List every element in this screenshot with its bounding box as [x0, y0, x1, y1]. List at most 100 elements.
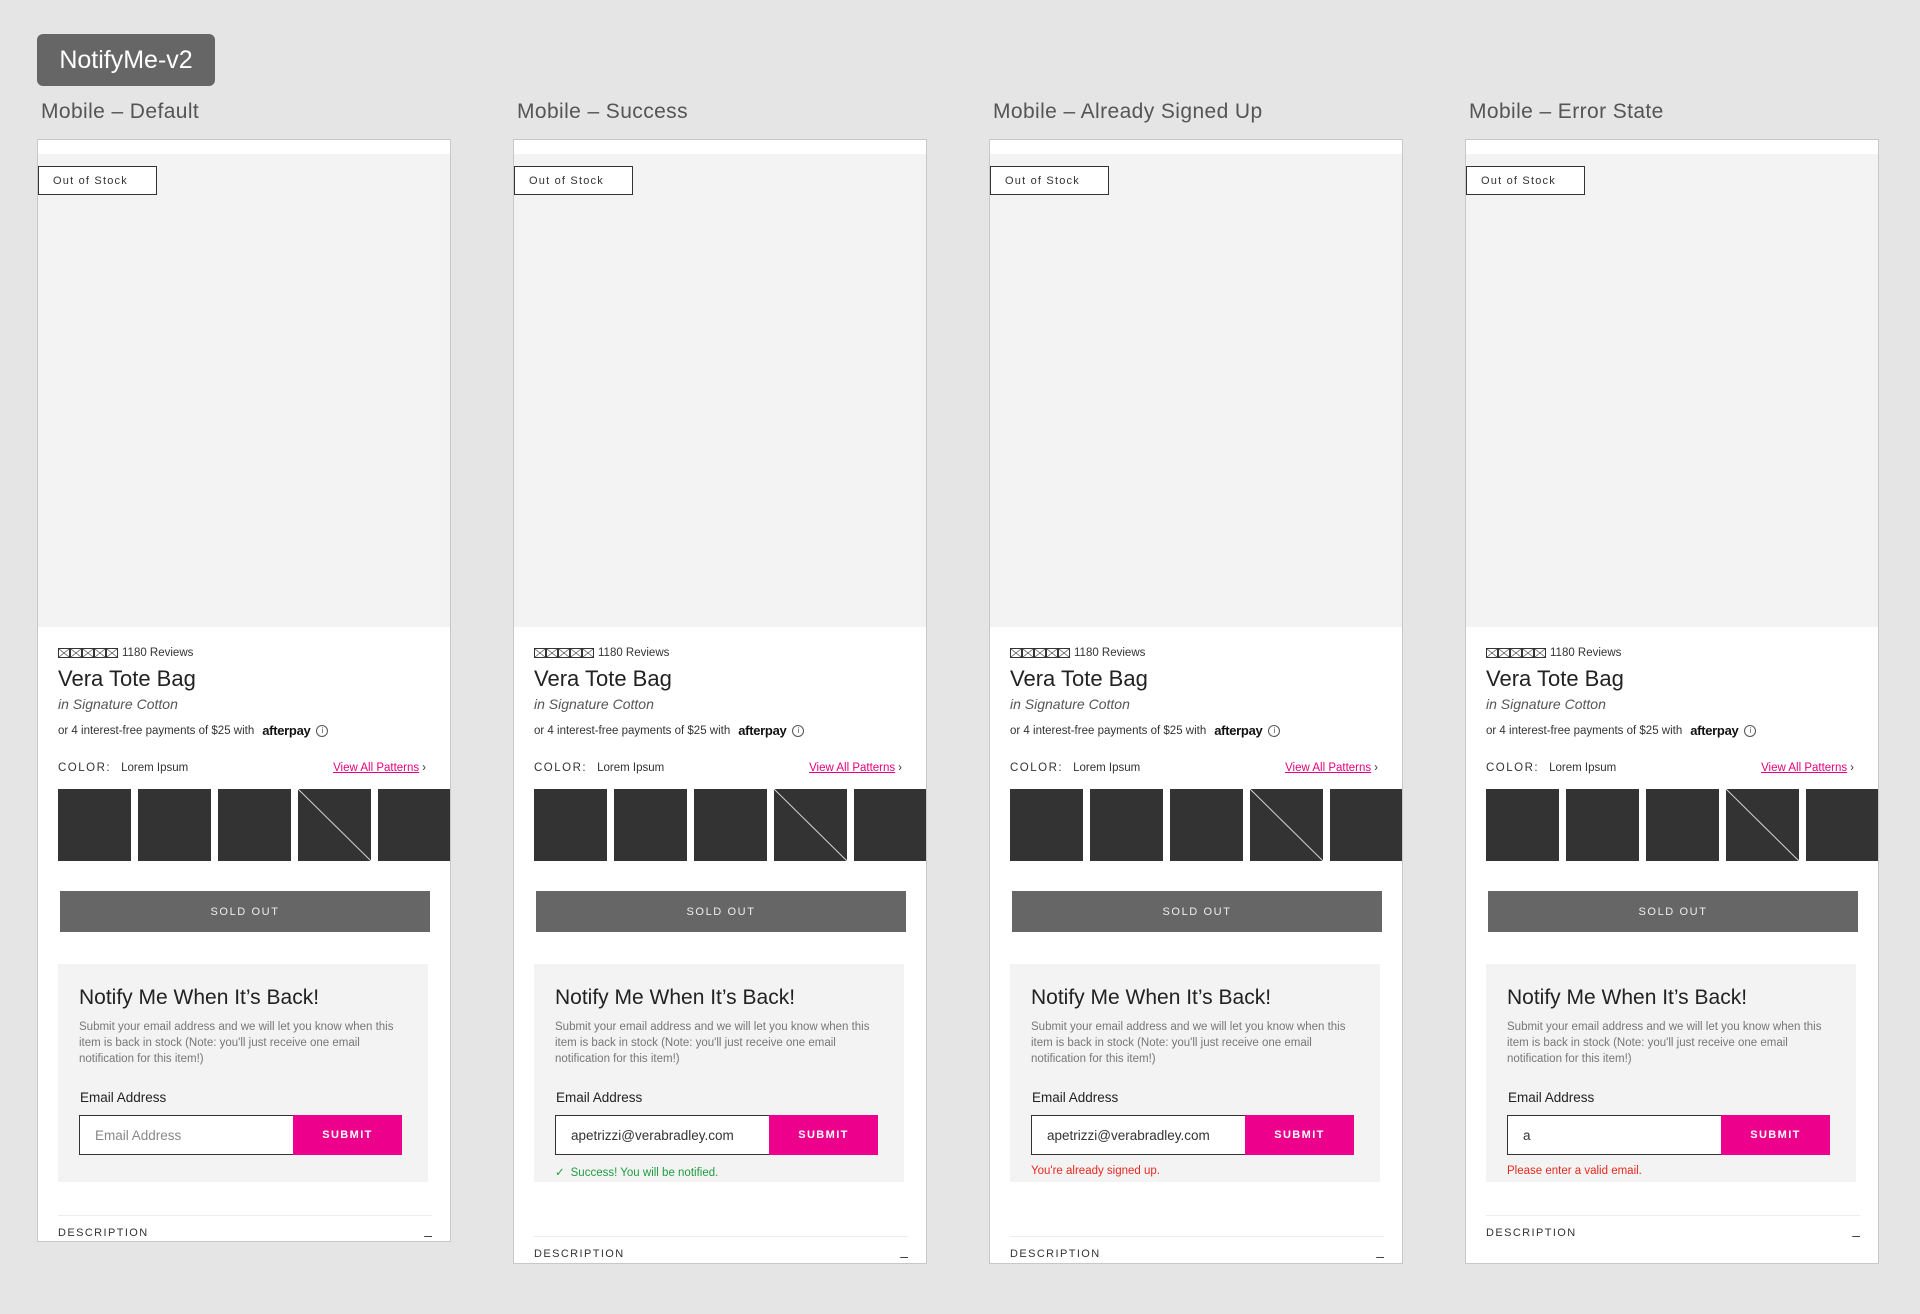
sold-out-button[interactable]: SOLD OUT — [536, 891, 906, 932]
reviews-link[interactable]: 1180 Reviews — [1074, 647, 1145, 659]
star-icon — [58, 648, 70, 658]
error-message: Please enter a valid email. — [1507, 1165, 1642, 1177]
description-accordion[interactable]: DESCRIPTION – — [58, 1227, 432, 1242]
description-label: DESCRIPTION — [1486, 1227, 1577, 1239]
color-swatch[interactable] — [1806, 789, 1878, 861]
rating-stars — [534, 648, 594, 658]
color-swatch[interactable] — [1330, 789, 1402, 861]
color-swatch[interactable] — [1090, 789, 1163, 861]
frame-label-default: Mobile – Default — [41, 100, 200, 123]
notify-description: Submit your email address and we will le… — [79, 1021, 394, 1065]
product-subtitle: in Signature Cotton — [1486, 696, 1606, 712]
color-swatch[interactable] — [218, 789, 291, 861]
email-input[interactable] — [1507, 1115, 1722, 1155]
view-all-patterns-link[interactable]: View All Patterns › — [333, 762, 426, 774]
afterpay-message: or 4 interest-free payments of $25 with … — [58, 723, 329, 738]
submit-button[interactable]: SUBMIT — [293, 1115, 402, 1155]
star-icon — [582, 648, 594, 658]
color-swatch[interactable] — [854, 789, 926, 861]
collapse-icon: – — [900, 1248, 908, 1264]
reviews-link[interactable]: 1180 Reviews — [598, 647, 669, 659]
afterpay-message: or 4 interest-free payments of $25 with … — [1010, 723, 1281, 738]
notify-title: Notify Me When It’s Back! — [1507, 986, 1748, 1009]
product-subtitle: in Signature Cotton — [1010, 696, 1130, 712]
color-swatch[interactable] — [138, 789, 211, 861]
reviews-link[interactable]: 1180 Reviews — [122, 647, 193, 659]
view-all-label: View All Patterns — [333, 762, 420, 774]
frame-label-already-signed-up: Mobile – Already Signed Up — [993, 100, 1263, 123]
mobile-frame-already-signed-up: Out of Stock 1180 Reviews Vera Tote Bag … — [989, 139, 1403, 1264]
color-swatch-unavailable[interactable] — [1726, 789, 1799, 861]
description-accordion[interactable]: DESCRIPTION – — [1010, 1248, 1384, 1264]
view-all-patterns-link[interactable]: View All Patterns › — [1285, 762, 1378, 774]
afterpay-text: or 4 interest-free payments of $25 with — [1010, 724, 1207, 737]
chevron-right-icon: › — [422, 762, 426, 774]
email-label: Email Address — [556, 1090, 643, 1105]
color-swatch[interactable] — [614, 789, 687, 861]
view-all-patterns-link[interactable]: View All Patterns › — [809, 762, 902, 774]
color-swatch[interactable] — [1486, 789, 1559, 861]
out-of-stock-badge: Out of Stock — [514, 166, 633, 195]
color-swatch[interactable] — [58, 789, 131, 861]
email-label: Email Address — [1508, 1090, 1595, 1105]
email-label: Email Address — [80, 1090, 167, 1105]
star-icon — [1022, 648, 1034, 658]
email-input[interactable] — [1031, 1115, 1246, 1155]
description-accordion[interactable]: DESCRIPTION – — [1486, 1227, 1860, 1243]
collapse-icon: – — [424, 1227, 432, 1242]
color-swatch[interactable] — [694, 789, 767, 861]
color-swatch[interactable] — [1010, 789, 1083, 861]
star-icon — [558, 648, 570, 658]
info-icon[interactable]: i — [316, 724, 329, 737]
submit-button[interactable]: SUBMIT — [769, 1115, 878, 1155]
sold-out-button[interactable]: SOLD OUT — [60, 891, 430, 932]
afterpay-logo: afterpay — [738, 723, 787, 738]
star-icon — [1522, 648, 1534, 658]
email-input[interactable] — [555, 1115, 770, 1155]
product-title: Vera Tote Bag — [534, 666, 672, 691]
color-swatch[interactable] — [1646, 789, 1719, 861]
collapse-icon: – — [1376, 1248, 1384, 1264]
info-icon[interactable]: i — [792, 724, 805, 737]
sold-out-button[interactable]: SOLD OUT — [1012, 891, 1382, 932]
afterpay-message: or 4 interest-free payments of $25 with … — [1486, 723, 1757, 738]
product-image-placeholder — [38, 154, 450, 627]
notify-description: Submit your email address and we will le… — [1031, 1021, 1346, 1065]
description-label: DESCRIPTION — [534, 1248, 625, 1260]
color-swatch[interactable] — [378, 789, 450, 861]
info-icon[interactable]: i — [1744, 724, 1757, 737]
notify-description: Submit your email address and we will le… — [1507, 1021, 1822, 1065]
star-icon — [534, 648, 546, 658]
afterpay-text: or 4 interest-free payments of $25 with — [534, 724, 731, 737]
submit-button[interactable]: SUBMIT — [1245, 1115, 1354, 1155]
color-swatches — [58, 789, 450, 861]
color-label: COLOR: — [534, 762, 588, 774]
color-swatch[interactable] — [534, 789, 607, 861]
chevron-right-icon: › — [1374, 762, 1378, 774]
color-swatch[interactable] — [1566, 789, 1639, 861]
reviews-link[interactable]: 1180 Reviews — [1550, 647, 1621, 659]
divider — [1486, 1215, 1860, 1216]
afterpay-text: or 4 interest-free payments of $25 with — [1486, 724, 1683, 737]
color-swatch[interactable] — [1170, 789, 1243, 861]
product-image-placeholder — [514, 154, 926, 627]
star-icon — [1510, 648, 1522, 658]
description-accordion[interactable]: DESCRIPTION – — [534, 1248, 908, 1264]
info-icon[interactable]: i — [1268, 724, 1281, 737]
notify-title: Notify Me When It’s Back! — [1031, 986, 1272, 1009]
color-value: Lorem Ipsum — [1549, 762, 1617, 774]
color-swatches — [534, 789, 926, 861]
frame-label-success: Mobile – Success — [517, 100, 688, 123]
submit-button[interactable]: SUBMIT — [1721, 1115, 1830, 1155]
star-icon — [1534, 648, 1546, 658]
notify-me-panel: Notify Me When It’s Back! Submit your em… — [534, 964, 904, 1182]
color-swatch-unavailable[interactable] — [298, 789, 371, 861]
afterpay-logo: afterpay — [1214, 723, 1263, 738]
notify-me-panel: Notify Me When It’s Back! Submit your em… — [1486, 964, 1856, 1182]
view-all-patterns-link[interactable]: View All Patterns › — [1761, 762, 1854, 774]
color-swatch-unavailable[interactable] — [1250, 789, 1323, 861]
notify-me-panel: Notify Me When It’s Back! Submit your em… — [58, 964, 428, 1182]
sold-out-button[interactable]: SOLD OUT — [1488, 891, 1858, 932]
color-swatch-unavailable[interactable] — [774, 789, 847, 861]
email-input[interactable] — [79, 1115, 294, 1155]
